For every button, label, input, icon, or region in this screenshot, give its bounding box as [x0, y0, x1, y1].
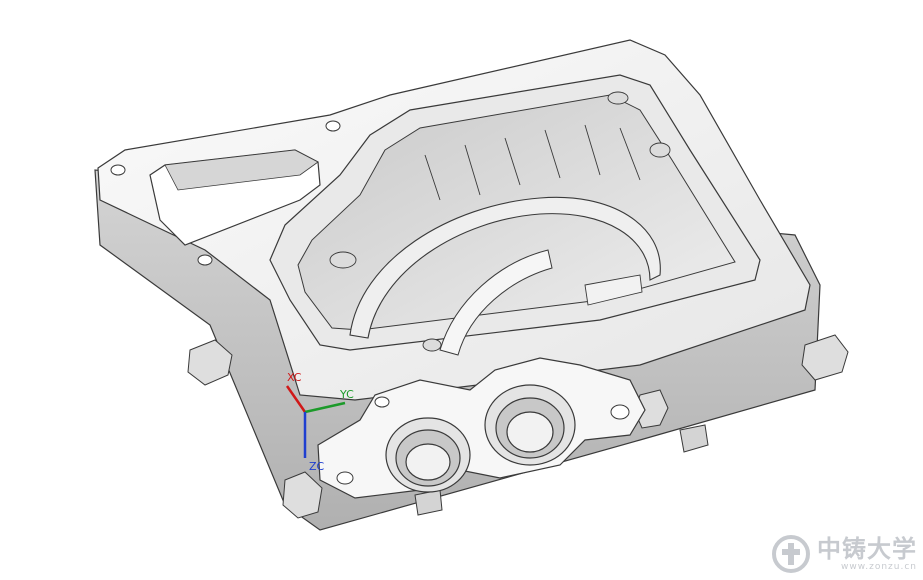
watermark-title: 中铸大学 — [817, 535, 917, 563]
zhongzhu-logo-icon — [772, 535, 810, 573]
watermark: 中铸大学 www.zonzu.cn — [771, 534, 917, 574]
cad-model-housing[interactable]: XC YC ZC — [0, 0, 923, 580]
watermark-url: www.zonzu.cn — [841, 562, 917, 572]
triad-y-label: YC — [339, 388, 354, 401]
triad-x-label: XC — [287, 371, 302, 384]
graphics-viewport[interactable]: XC YC ZC 中铸大学 www.zonzu.cn — [0, 0, 923, 580]
triad-z-label: ZC — [309, 460, 325, 473]
